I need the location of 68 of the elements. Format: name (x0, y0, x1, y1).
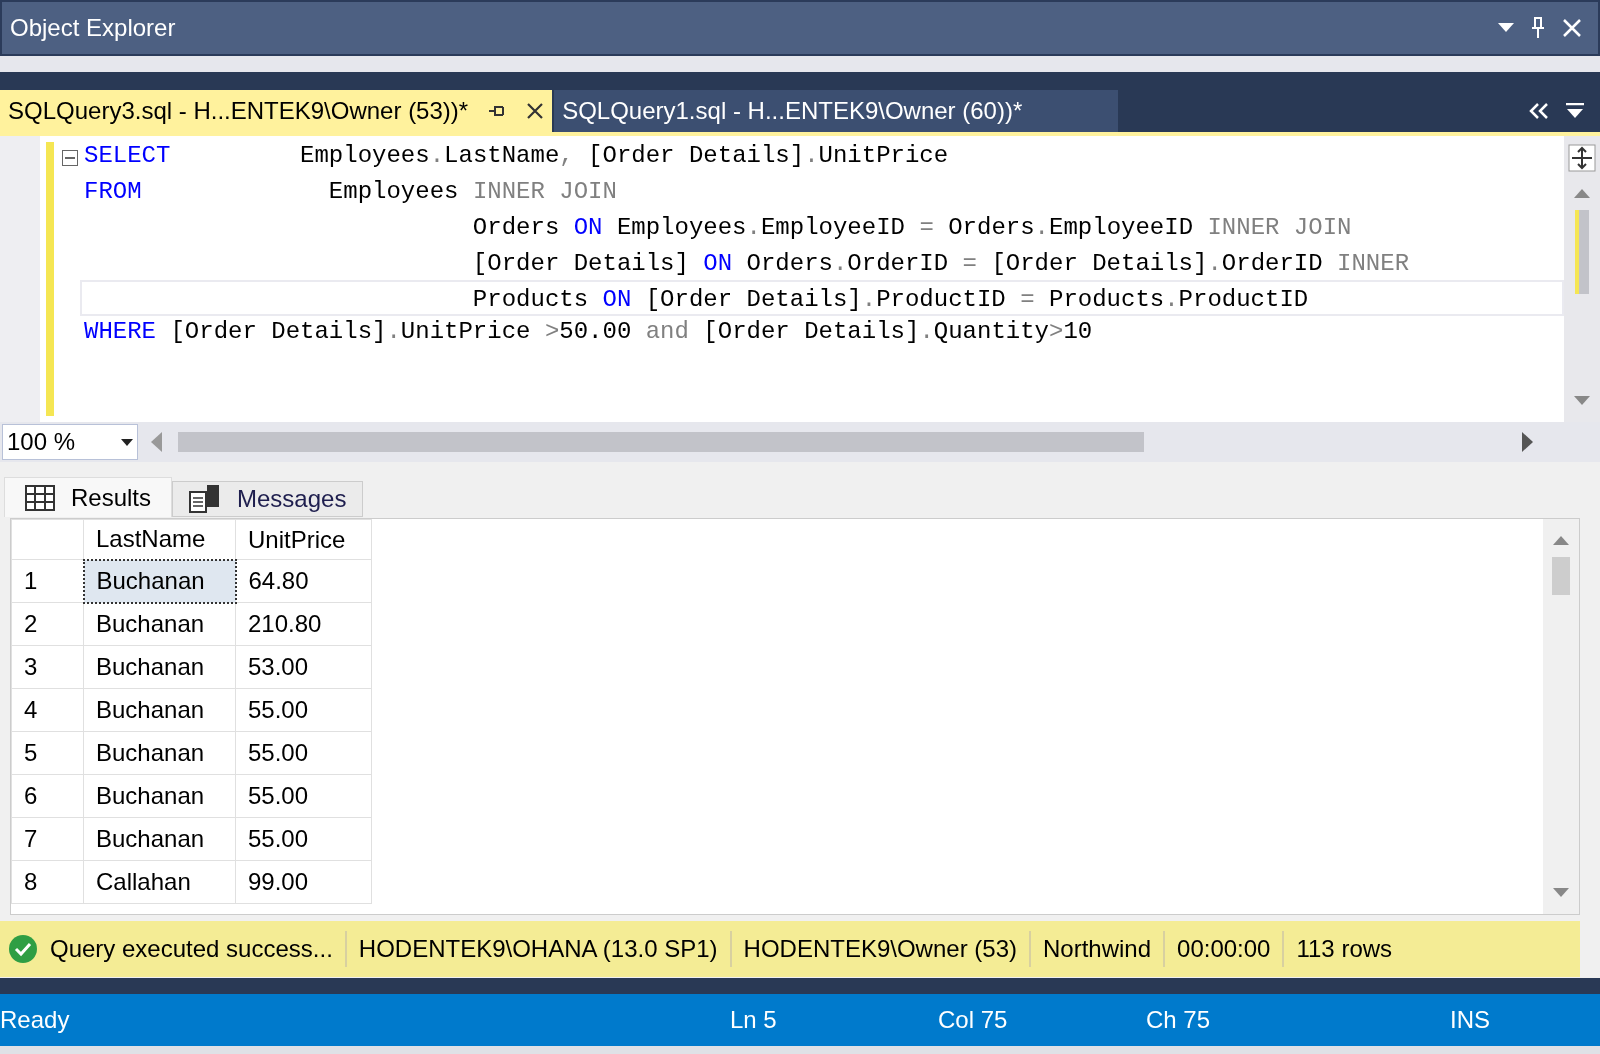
status-text: Ch 75 (1146, 1005, 1212, 1035)
table-cell[interactable]: 99.00 (235, 860, 372, 904)
scroll-up-icon[interactable] (1574, 188, 1590, 198)
split-icon[interactable] (1568, 144, 1596, 172)
document-icon (189, 484, 222, 514)
row-number: 7 (11, 817, 84, 861)
caret-icon (121, 438, 133, 446)
table-cell[interactable]: Buchanan (83, 731, 236, 775)
table-cell[interactable]: Buchanan (83, 645, 236, 689)
panel-title: Object Explorer (10, 13, 177, 43)
document-tab[interactable]: SQLQuery3.sql - H...ENTEK9\Owner (53))* (0, 90, 553, 132)
scroll-thumb[interactable] (1575, 210, 1589, 294)
row-number: 8 (11, 860, 84, 904)
document-tab[interactable]: SQLQuery1.sql - H...ENTEK9\Owner (60))* (554, 90, 1119, 132)
result-tab[interactable]: Results (4, 477, 173, 517)
status-text: 00:00:00 (1163, 931, 1283, 967)
status-text: Query executed success... (50, 934, 334, 964)
status-text: HODENTEK9\Owner (53) (729, 931, 1029, 967)
scroll-right-icon[interactable] (1522, 432, 1534, 452)
collapse-icon[interactable] (62, 150, 78, 166)
status-text: Northwind (1029, 931, 1164, 967)
table-cell[interactable]: 55.00 (235, 774, 372, 818)
status-text: Ready (0, 1005, 71, 1035)
status-text: Ln 5 (730, 1005, 778, 1035)
status-text: 113 rows (1282, 931, 1405, 967)
pin-icon[interactable] (1530, 17, 1546, 39)
scroll-thumb[interactable] (1552, 557, 1570, 595)
row-number: 2 (11, 602, 84, 646)
double-chevron-icon[interactable] (1528, 103, 1550, 119)
vertical-scrollbar[interactable] (1564, 136, 1600, 422)
code-line: SELECT Employees.LastName, [Order Details].UnitPrice (83, 141, 950, 171)
column-header[interactable]: UnitPrice (235, 519, 372, 560)
code-line: WHERE [Order Details].UnitPrice >50.00 and [Order Details].Quantity>10 (83, 317, 1094, 347)
zoom-dropdown[interactable]: 100 % (2, 424, 138, 460)
grid-icon (25, 484, 55, 511)
table-cell[interactable]: 53.00 (235, 645, 372, 689)
table-cell[interactable]: Callahan (83, 860, 236, 904)
code-line: [Order Details] ON Orders.OrderID = [Order Details].OrderID INNER (471, 249, 1411, 279)
table-cell[interactable]: 55.00 (235, 688, 372, 732)
vertical-scrollbar[interactable] (1543, 519, 1579, 914)
row-number: 5 (11, 731, 84, 775)
scroll-down-icon[interactable] (1553, 888, 1569, 898)
pin-icon[interactable] (488, 104, 507, 118)
scroll-down-icon[interactable] (1574, 396, 1590, 406)
dropdown-icon[interactable] (1498, 23, 1514, 33)
success-icon (8, 934, 38, 964)
table-cell[interactable]: 64.80 (235, 559, 372, 603)
row-number: 3 (11, 645, 84, 689)
table-cell[interactable]: Buchanan (83, 559, 236, 603)
code-line: Orders ON Employees.EmployeeID = Orders.EmployeeID INNER JOIN (471, 213, 1353, 243)
status-text: INS (1450, 1005, 1491, 1035)
row-number: 6 (11, 774, 84, 818)
table-cell[interactable]: Buchanan (83, 602, 236, 646)
table-cell[interactable]: Buchanan (83, 817, 236, 861)
result-tab[interactable]: Messages (172, 481, 364, 517)
table-cell[interactable]: Buchanan (83, 774, 236, 818)
table-cell[interactable]: 55.00 (235, 731, 372, 775)
table-cell[interactable]: 210.80 (235, 602, 372, 646)
table-cell[interactable]: Buchanan (83, 688, 236, 732)
table-cell[interactable]: 55.00 (235, 817, 372, 861)
row-number: 4 (11, 688, 84, 732)
dropdown-icon[interactable] (1566, 103, 1584, 119)
close-icon[interactable] (526, 102, 545, 120)
status-text: HODENTEK9\OHANA (13.0 SP1) (344, 931, 730, 967)
code-line: FROM Employees INNER JOIN (83, 177, 618, 207)
scroll-up-icon[interactable] (1553, 535, 1569, 545)
horizontal-scrollbar[interactable] (178, 432, 1144, 452)
status-text: Col 75 (938, 1005, 1009, 1035)
